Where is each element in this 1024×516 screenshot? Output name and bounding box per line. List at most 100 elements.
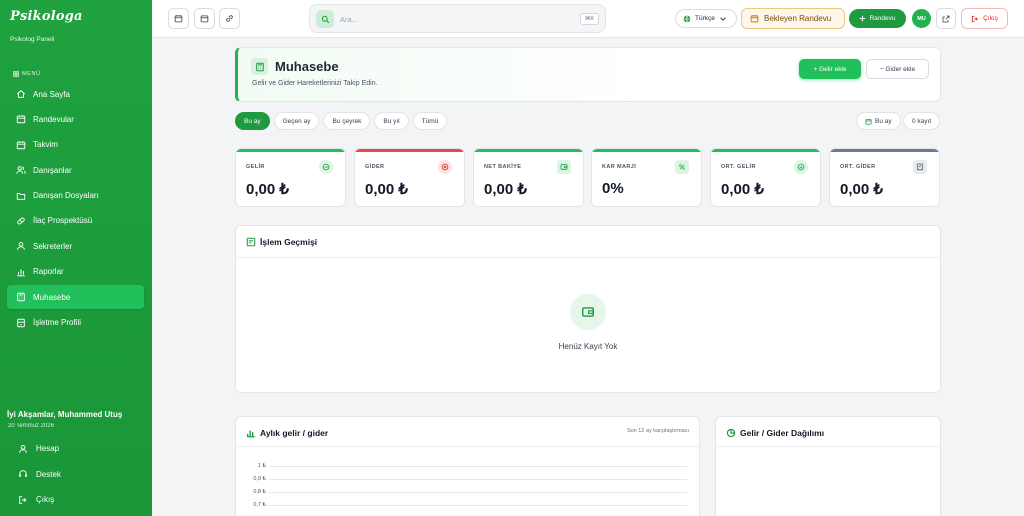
- sidebar-footer: Hesap Destek Çıkış: [12, 436, 142, 513]
- open-external-button[interactable]: [936, 8, 956, 29]
- record-count-badge: 0 kayıt: [903, 112, 941, 130]
- stat-accent-bar: [236, 149, 345, 152]
- sidebar-nav: Ana Sayfa Randevular Takvim Danışanlar D…: [7, 82, 144, 336]
- logout-icon: [971, 15, 979, 22]
- panel-title: Gelir / Gider Dağılımı: [740, 428, 825, 438]
- sidebar-item-support[interactable]: Destek: [12, 462, 142, 488]
- greeting-date: 20 Temmuz 2026: [8, 423, 54, 429]
- topbar: ⌘K Türkçe Bekleyen Randevu Randevu MU Çı…: [152, 0, 1024, 38]
- calendar-shortcut-button[interactable]: [168, 8, 189, 29]
- current-period-label: Bu ay: [875, 117, 892, 125]
- chevron-down-icon: [720, 16, 726, 21]
- sidebar-item-secretaries[interactable]: Sekreterler: [7, 234, 144, 258]
- user-icon: [19, 444, 27, 453]
- period-filter: Bu ay Geçen ay Bu çeyrek Bu yıl Tümü: [235, 112, 448, 130]
- avatar[interactable]: MU: [912, 9, 931, 28]
- transaction-history-panel: İşlem Geçmişi Henüz Kayıt Yok: [235, 225, 941, 393]
- language-label: Türkçe: [695, 15, 715, 22]
- add-expense-button[interactable]: − Gider ekle: [866, 59, 929, 79]
- stat-label: ORT. GELİR: [721, 164, 756, 170]
- brand-logo[interactable]: Psikologa: [10, 9, 83, 24]
- stat-value: 0,00 ₺: [840, 181, 883, 198]
- panel-header: İşlem Geçmişi: [236, 226, 940, 258]
- folder-icon: [16, 192, 26, 200]
- sidebar-item-label: Ana Sayfa: [33, 89, 70, 99]
- filter-this-month[interactable]: Bu ay: [235, 112, 270, 130]
- stat-value: 0,00 ₺: [365, 181, 408, 198]
- stat-value: 0,00 ₺: [484, 181, 527, 198]
- calendar-icon: [200, 15, 209, 23]
- panel-header: Aylık gelir / gider Son 12 ay karşılaştı…: [236, 417, 699, 447]
- link-button[interactable]: [219, 8, 240, 29]
- calculator-icon: [17, 292, 25, 302]
- filter-all[interactable]: Tümü: [412, 112, 448, 130]
- stat-card-average-income: ORT. GELİR 0,00 ₺: [710, 148, 821, 207]
- sidebar-item-logout[interactable]: Çıkış: [12, 487, 142, 513]
- greeting: İyi Akşamlar, Muhammed Utuş: [7, 410, 123, 419]
- sidebar-item-label: İşletme Profili: [33, 318, 82, 328]
- filter-this-quarter[interactable]: Bu çeyrek: [323, 112, 371, 130]
- sidebar-item-label: Danışanlar: [33, 165, 72, 175]
- trend-up-icon: [319, 160, 333, 174]
- plus-icon: [860, 15, 866, 22]
- filter-this-year[interactable]: Bu yıl: [374, 112, 409, 130]
- menu-heading-label: MENÜ: [22, 71, 41, 77]
- sidebar-item-label: Hesap: [36, 444, 60, 454]
- wallet-icon: [570, 294, 606, 330]
- stat-accent-bar: [711, 149, 820, 152]
- sidebar-item-label: Raporlar: [33, 267, 64, 277]
- stat-card-net-balance: NET BAKİYE 0,00 ₺: [473, 148, 584, 207]
- add-income-button[interactable]: + Gelir ekle: [799, 59, 861, 79]
- sidebar-item-appointments[interactable]: Randevular: [7, 107, 144, 131]
- sidebar-item-reports[interactable]: Raporlar: [7, 260, 144, 284]
- sidebar-item-home[interactable]: Ana Sayfa: [7, 82, 144, 106]
- stat-accent-bar: [474, 149, 583, 152]
- new-appointment-button[interactable]: Randevu: [849, 9, 906, 28]
- sidebar-item-business-profile[interactable]: İşletme Profili: [7, 311, 144, 335]
- gridline: [269, 492, 687, 493]
- agenda-shortcut-button[interactable]: [194, 8, 215, 29]
- sidebar: Psikologa Psikolog Paneli MENÜ Ana Sayfa…: [0, 0, 152, 516]
- sidebar-item-drug-leaflet[interactable]: İlaç Prospektüsü: [7, 209, 144, 233]
- current-period-badge: Bu ay: [856, 112, 901, 130]
- link-icon: [226, 15, 233, 22]
- panel-title: İşlem Geçmişi: [260, 237, 318, 247]
- sidebar-item-label: Randevular: [33, 114, 74, 124]
- sidebar-item-accounting[interactable]: Muhasebe: [7, 285, 144, 310]
- y-tick-label: 0,9 ₺: [253, 476, 266, 482]
- calendar-icon: [16, 115, 26, 124]
- menu-heading: MENÜ: [13, 71, 41, 77]
- income-expense-distribution-panel: Gelir / Gider Dağılımı: [715, 416, 941, 516]
- sidebar-item-account[interactable]: Hesap: [12, 436, 142, 462]
- calendar-icon: [16, 141, 26, 149]
- pending-appointments-button[interactable]: Bekleyen Randevu: [741, 8, 845, 29]
- empty-state-text: Henüz Kayıt Yok: [558, 342, 618, 351]
- sidebar-item-calendar[interactable]: Takvim: [7, 133, 144, 157]
- sidebar-item-client-files[interactable]: Danışan Dosyaları: [7, 184, 144, 208]
- page-header: Muhasebe Gelir ve Gider Hareketlerinizi …: [235, 47, 941, 102]
- new-appointment-label: Randevu: [869, 15, 896, 22]
- search-input[interactable]: [340, 12, 540, 26]
- sidebar-item-label: İlaç Prospektüsü: [33, 216, 93, 226]
- stat-card-income: GELİR 0,00 ₺: [235, 148, 346, 207]
- language-select[interactable]: Türkçe: [675, 9, 737, 28]
- stat-label: GELİR: [246, 164, 265, 170]
- brand-subtitle: Psikolog Paneli: [10, 36, 55, 43]
- sidebar-item-clients[interactable]: Danışanlar: [7, 158, 144, 182]
- search-shortcut-hint: ⌘K: [579, 13, 599, 25]
- logout-button[interactable]: Çıkış: [961, 8, 1008, 29]
- wallet-icon: [557, 160, 571, 174]
- bar-chart-icon: [247, 430, 255, 438]
- gridline: [269, 466, 687, 467]
- users-icon: [16, 166, 26, 174]
- filter-last-month[interactable]: Geçen ay: [273, 112, 320, 130]
- globe-icon: [683, 15, 691, 22]
- user-icon: [17, 242, 25, 251]
- search-bar: ⌘K: [309, 4, 606, 33]
- logout-icon: [19, 495, 27, 504]
- pending-label: Bekleyen Randevu: [764, 14, 832, 23]
- monthly-income-expense-panel: Aylık gelir / gider Son 12 ay karşılaştı…: [235, 416, 700, 516]
- pie-chart-icon: [726, 428, 736, 438]
- logout-label: Çıkış: [983, 15, 998, 22]
- y-tick-label: 1 ₺: [257, 463, 266, 469]
